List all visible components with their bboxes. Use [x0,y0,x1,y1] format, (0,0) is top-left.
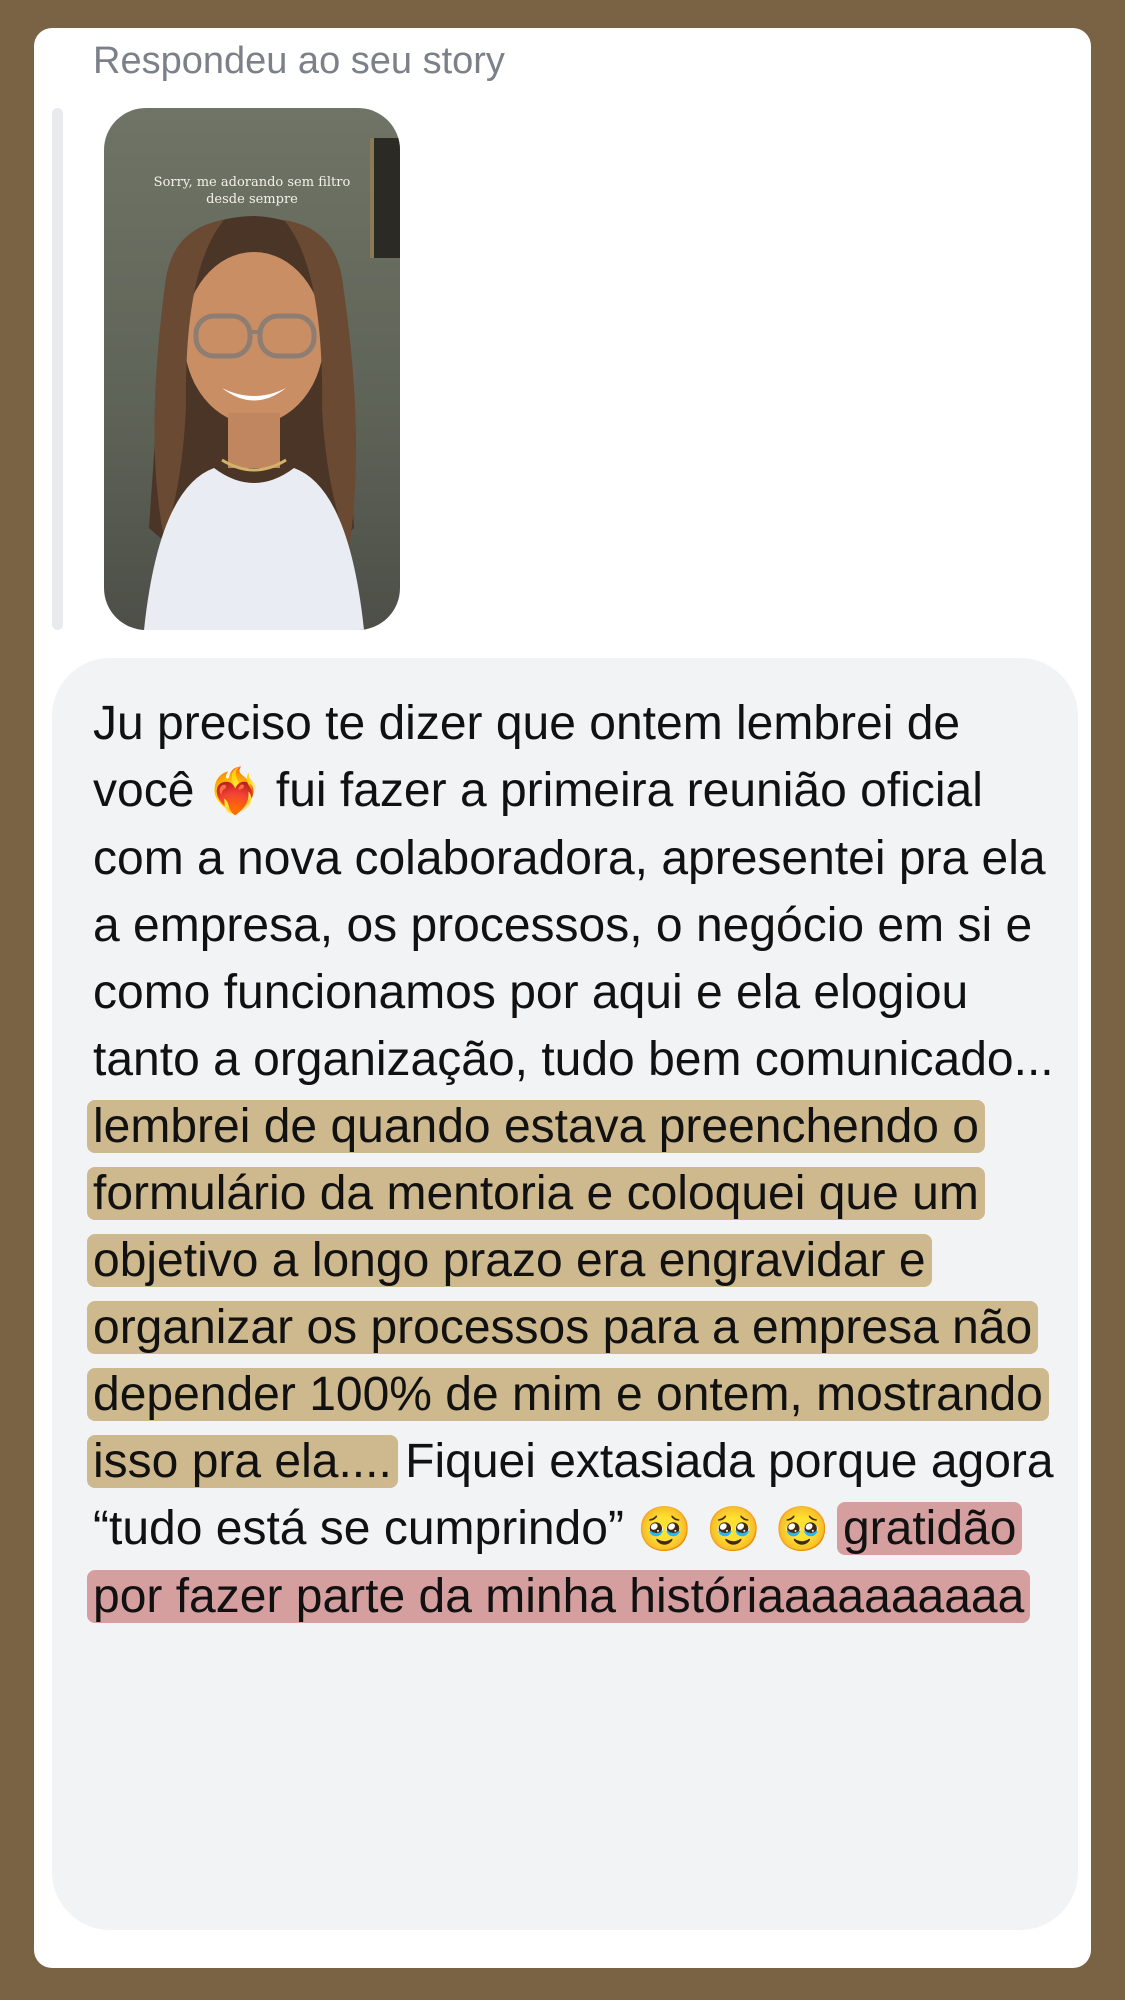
reply-quote-line [52,108,63,630]
story-reply-label: Respondeu ao seu story [93,40,505,82]
story-thumbnail[interactable]: Sorry, me adorando sem filtro desde semp… [104,108,400,630]
pleading-face-icons: 🥹 🥹 🥹 [637,1504,830,1555]
message-text: Ju preciso te dizer que ontem lembrei de… [87,690,1063,1630]
story-photo-person [144,216,364,630]
gold-highlight: lembrei de quando estava preenchendo o f… [87,1100,1049,1488]
heart-on-fire-icon: ❤️‍🔥 [207,766,263,817]
